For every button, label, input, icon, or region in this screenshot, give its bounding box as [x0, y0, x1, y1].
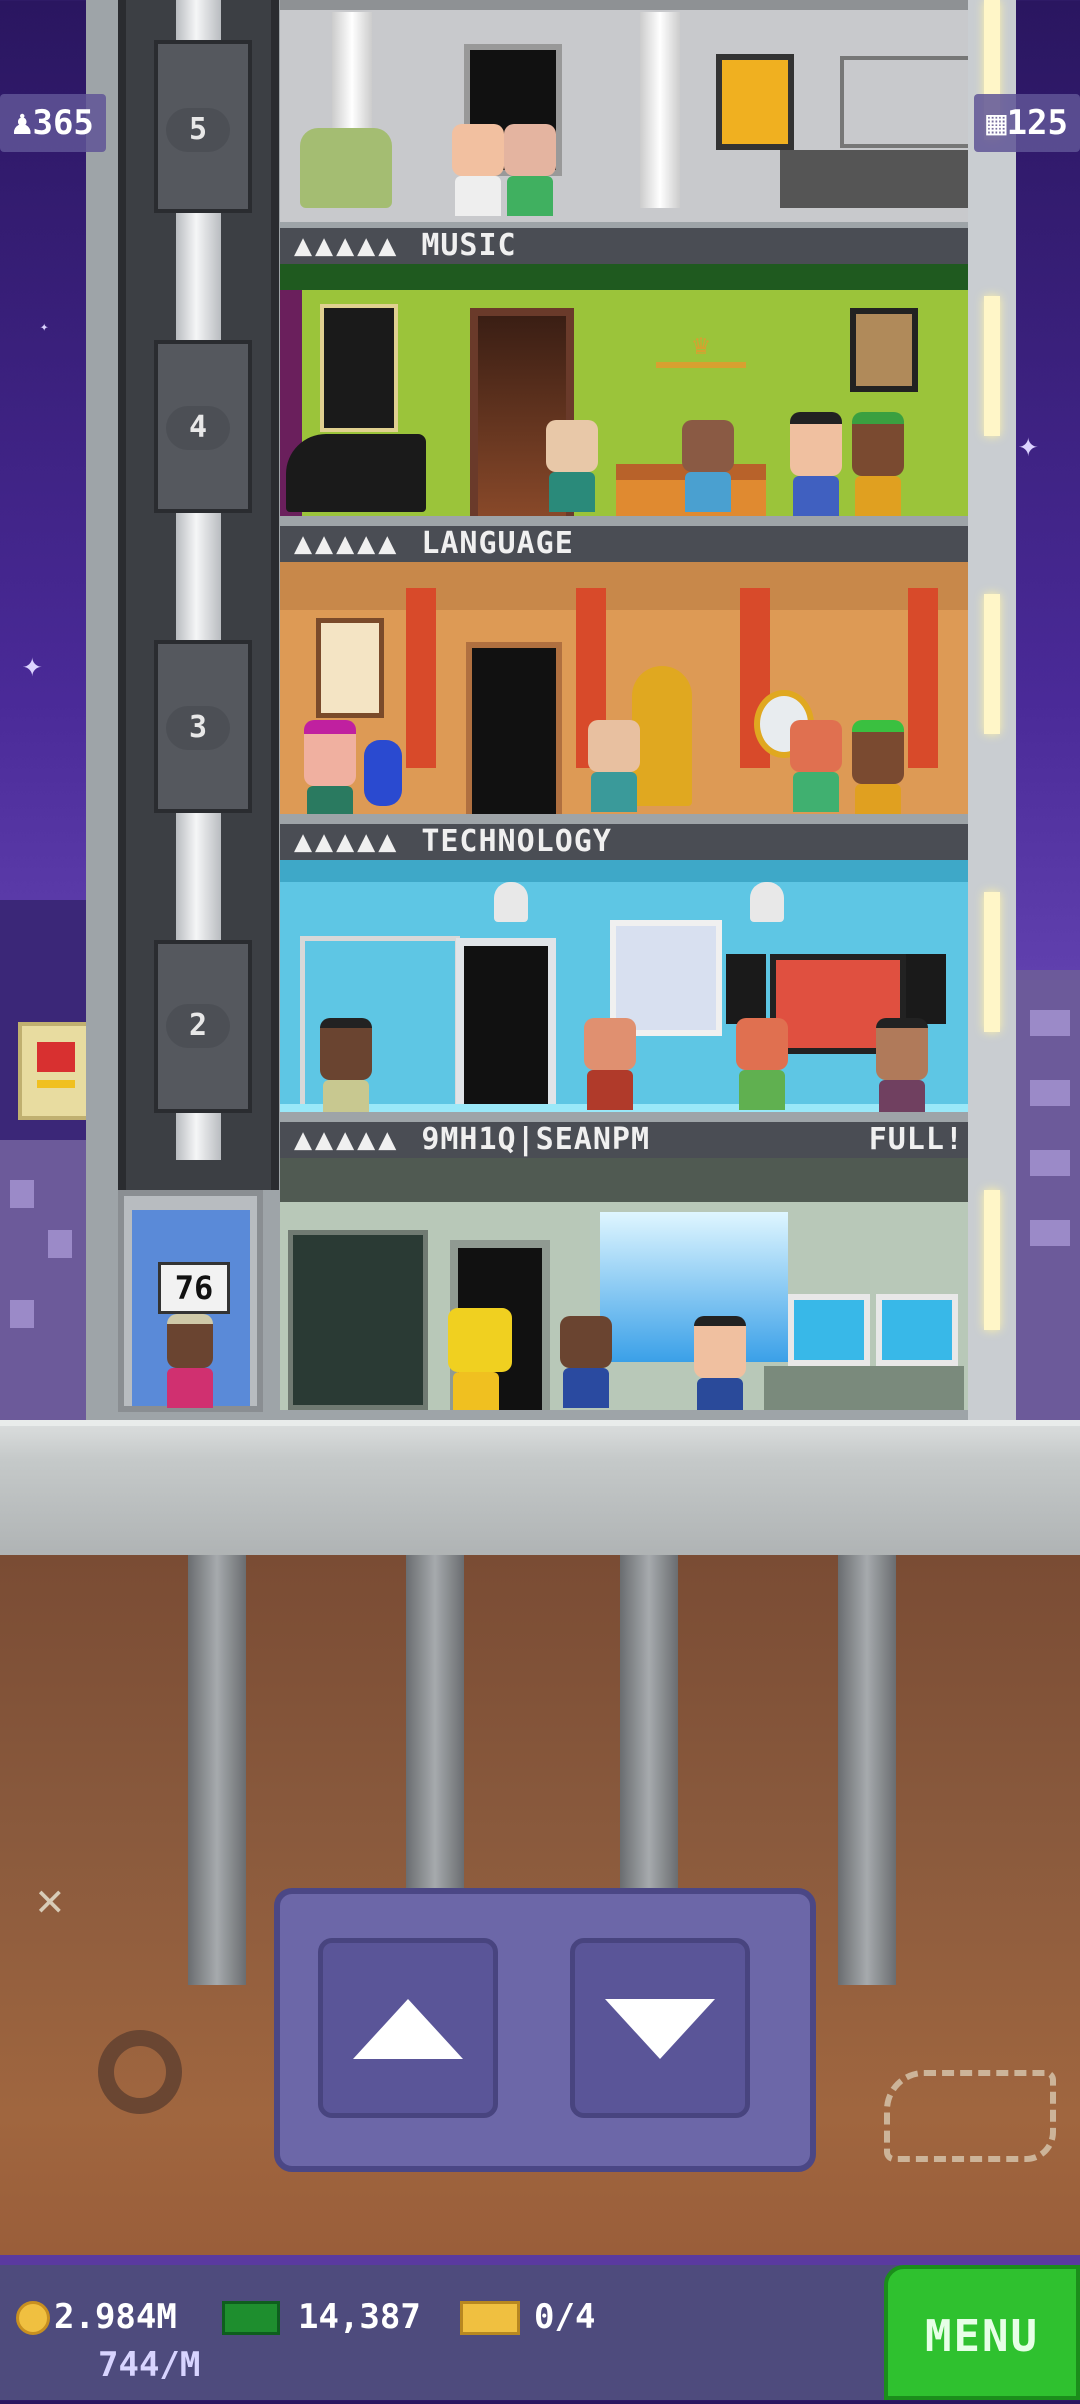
- tower-right-column: [968, 0, 1016, 1420]
- arrow-down-icon: [605, 1999, 715, 2059]
- sky-star: ✦: [22, 645, 43, 685]
- tower-resident: [850, 720, 906, 814]
- ticket-icon: [460, 2301, 520, 2335]
- tower-resident: [544, 420, 600, 512]
- shaft-floor-number: 4: [166, 406, 230, 450]
- ground-slab: [0, 1420, 1080, 1561]
- arrow-up-icon: [353, 1999, 463, 2059]
- coins-value: 2.984M: [54, 2297, 177, 2337]
- scroll-painting: [316, 618, 384, 718]
- speaker: [906, 954, 946, 1024]
- buried-tire: [98, 2030, 182, 2114]
- tower-resident: [302, 720, 358, 814]
- hazmat-worker: [448, 1308, 512, 1410]
- bux-value: 14,387: [298, 2297, 421, 2337]
- floor-language-room[interactable]: [280, 562, 968, 814]
- doorway: [466, 642, 562, 814]
- dinosaur-fossil: [884, 2070, 1056, 2162]
- floor-label-technology[interactable]: ▲▲▲▲▲ TECHNOLOGY: [280, 824, 968, 860]
- floors-counter: ▦125: [974, 94, 1080, 152]
- picture-frame: [850, 308, 918, 392]
- shaft-floor-number: 2: [166, 1004, 230, 1048]
- lab-desk: [764, 1366, 964, 1410]
- ceiling-lamp: [494, 882, 528, 922]
- elevator-down-button[interactable]: [570, 1938, 750, 2118]
- computer-monitor: [788, 1294, 870, 1366]
- population-icon: ♟: [12, 103, 33, 143]
- star-rating: ▲▲▲▲▲: [294, 824, 400, 859]
- tower-resident: [734, 1018, 790, 1110]
- tower-resident: [850, 412, 906, 516]
- shaft-floor-number: 3: [166, 706, 230, 750]
- floor-name: MUSIC: [421, 228, 517, 263]
- foundation-pillar: [838, 1555, 896, 1985]
- pillar: [406, 588, 436, 768]
- buried-bone-icon: ✕: [36, 1872, 64, 1926]
- tower-resident: [692, 1316, 748, 1410]
- coin-rate: 744/M: [98, 2345, 201, 2385]
- ceiling-lamp: [750, 882, 784, 922]
- doorway: [456, 938, 556, 1112]
- sky-star: ✦: [40, 319, 49, 335]
- foundation-pillar: [188, 1555, 246, 1985]
- tower-resident: [586, 720, 642, 812]
- elevator-display: 76: [158, 1262, 230, 1314]
- tower-resident: [680, 420, 736, 512]
- floor-business-room[interactable]: [280, 1158, 968, 1410]
- menu-button[interactable]: MENU: [884, 2265, 1080, 2400]
- vase: [364, 740, 402, 806]
- floor-label-language[interactable]: ▲▲▲▲▲ LANGUAGE: [280, 526, 968, 562]
- floor-name: 9MH1Q|SEANPM: [421, 1122, 651, 1157]
- tower-resident: [874, 1018, 930, 1112]
- floor-label-business[interactable]: ▲▲▲▲▲ 9MH1Q|SEANPM FULL!: [280, 1122, 968, 1158]
- floor-technology-room[interactable]: [280, 860, 968, 1112]
- elevator-up-button[interactable]: [318, 1938, 498, 2118]
- elevator-controls: [274, 1888, 816, 2172]
- tower-resident: [450, 124, 506, 216]
- star-rating: ▲▲▲▲▲: [294, 228, 400, 263]
- wall-painting: [716, 54, 794, 150]
- coin-icon: [16, 2301, 50, 2335]
- population-counter: ♟365: [0, 94, 106, 152]
- fast-food-sign: [18, 1022, 94, 1120]
- sky-star: ✦: [1018, 425, 1039, 465]
- elevator-car[interactable]: 76: [118, 1190, 263, 1412]
- kitchen-counter: [780, 150, 968, 208]
- floor-music-room[interactable]: ♛: [280, 264, 968, 516]
- tower-resident: [318, 1018, 374, 1112]
- floor-full-badge: FULL!: [868, 1122, 964, 1157]
- floor-name: LANGUAGE: [421, 526, 574, 561]
- elevator-shaft: 5 4 3 2: [118, 0, 279, 1190]
- floor-name: TECHNOLOGY: [421, 824, 612, 859]
- window: [320, 304, 398, 432]
- speaker: [726, 954, 766, 1024]
- grand-piano: [286, 434, 426, 512]
- tickets-value: 0/4: [534, 2297, 596, 2337]
- star-rating: ▲▲▲▲▲: [294, 526, 400, 561]
- tower-resident: [502, 124, 558, 216]
- floor-5-room[interactable]: [280, 0, 968, 222]
- tower-resident: [788, 720, 844, 812]
- floor-label-music[interactable]: ▲▲▲▲▲ MUSIC: [280, 228, 968, 264]
- computer-monitor: [876, 1294, 958, 1366]
- tower-resident: [788, 412, 844, 516]
- armchair: [300, 128, 392, 208]
- pillar: [908, 588, 938, 768]
- elevator-passenger: [162, 1314, 218, 1408]
- background-building: [1016, 970, 1080, 1420]
- chandelier: ♛: [656, 328, 746, 368]
- specimen-shelf: [288, 1230, 428, 1410]
- shaft-floor-number: 5: [166, 108, 230, 152]
- bux-icon: [222, 2301, 280, 2335]
- tower-resident: [582, 1018, 638, 1110]
- star-rating: ▲▲▲▲▲: [294, 1122, 400, 1157]
- tower-resident: [558, 1316, 614, 1408]
- building-icon: ▦: [986, 103, 1007, 143]
